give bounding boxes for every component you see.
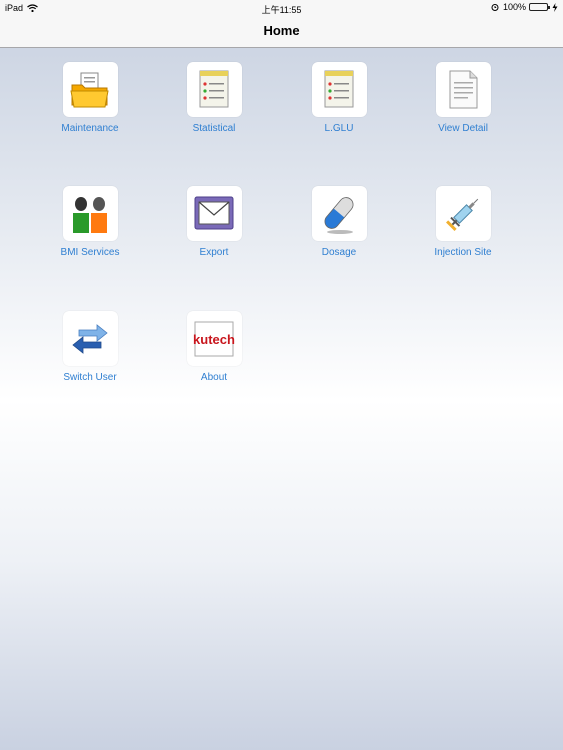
menu-item-label: Export: [199, 247, 229, 258]
document-icon: [435, 62, 491, 117]
status-bar: iPad 上午11:55 100%: [0, 0, 563, 16]
menu-item-label: Maintenance: [61, 123, 119, 134]
menu-item-label: Statistical: [192, 123, 236, 134]
menu-item-bmi-services[interactable]: BMI Services: [45, 186, 135, 258]
menu-item-label: Injection Site: [434, 247, 492, 258]
notepad-icon: [311, 62, 367, 117]
menu-item-about[interactable]: kutech About: [169, 311, 259, 383]
status-time: 上午11:55: [261, 5, 302, 15]
menu-item-maintenance[interactable]: Maintenance: [45, 62, 135, 134]
charging-icon: [552, 2, 558, 12]
menu-item-label: BMI Services: [60, 247, 120, 258]
battery-icon: [529, 3, 550, 11]
pill-icon: [311, 186, 367, 241]
menu-item-dosage[interactable]: Dosage: [294, 186, 384, 258]
alarm-icon: [491, 4, 499, 11]
notepad-icon: [186, 62, 242, 117]
folder-icon: [62, 62, 118, 117]
menu-item-lglu[interactable]: L.GLU: [294, 62, 384, 134]
menu-item-label: L.GLU: [324, 123, 354, 134]
menu-item-switch-user[interactable]: Switch User: [45, 311, 135, 383]
menu-item-label: View Detail: [438, 123, 488, 134]
menu-item-injection-site[interactable]: Injection Site: [418, 186, 508, 258]
swap-arrows-icon: [62, 311, 118, 366]
menu-item-export[interactable]: Export: [169, 186, 259, 258]
menu-item-label: Dosage: [321, 247, 357, 258]
syringe-icon: [435, 186, 491, 241]
battery-percent: 100%: [502, 2, 526, 12]
people-icon: [62, 186, 118, 241]
navigation-bar: Home: [0, 16, 563, 48]
menu-item-view-detail[interactable]: View Detail: [418, 62, 508, 134]
status-right: 100%: [491, 2, 558, 12]
menu-item-label: About: [200, 372, 228, 383]
envelope-icon: [186, 186, 242, 241]
menu-item-label: Switch User: [63, 372, 117, 383]
logo-icon: kutech: [186, 311, 242, 366]
page-title: Home: [263, 23, 300, 38]
menu-item-statistical[interactable]: Statistical: [169, 62, 259, 134]
svg-text:kutech: kutech: [193, 332, 235, 347]
